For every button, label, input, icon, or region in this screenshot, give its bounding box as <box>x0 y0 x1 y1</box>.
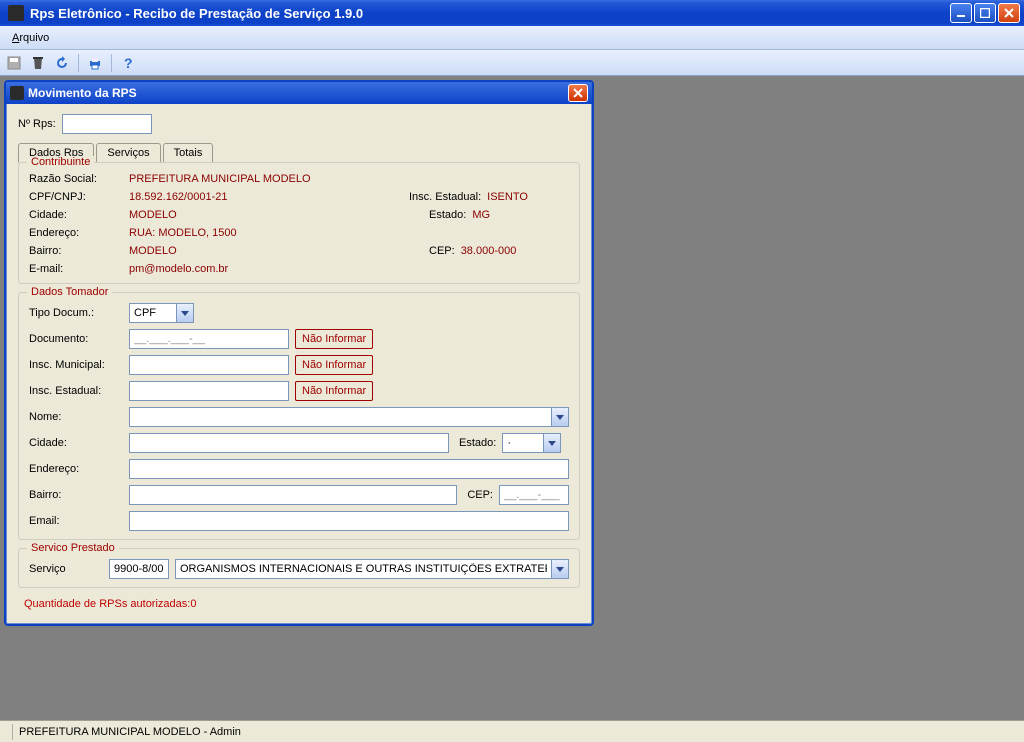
tipo-docum-select[interactable] <box>129 303 194 323</box>
documento-label: Documento: <box>29 333 129 345</box>
chevron-down-icon[interactable] <box>177 303 194 323</box>
inner-window-movimento-rps: Movimento da RPS Nº Rps: Dados Rps Servi… <box>4 80 594 626</box>
servico-codigo-input[interactable] <box>109 559 169 579</box>
insc-estadual-tom-input[interactable] <box>129 381 289 401</box>
fieldset-contribuinte: Contribuinte Razão Social: PREFEITURA MU… <box>18 162 580 284</box>
tipo-docum-label: Tipo Docum.: <box>29 307 129 319</box>
cep-tom-input[interactable] <box>499 485 569 505</box>
estado-label: Estado: <box>429 209 466 221</box>
help-icon[interactable]: ? <box>118 53 138 73</box>
quantidade-rps-status: Quantidade de RPSs autorizadas:0 <box>18 596 580 618</box>
delete-icon[interactable] <box>28 53 48 73</box>
cpf-cnpj-value: 18.592.162/0001-21 <box>129 191 409 203</box>
cidade-tom-label: Cidade: <box>29 437 129 449</box>
app-title: Rps Eletrônico - Recibo de Prestação de … <box>28 6 950 21</box>
estado-tom-combo[interactable] <box>502 433 561 453</box>
app-titlebar: Rps Eletrônico - Recibo de Prestação de … <box>0 0 1024 26</box>
menubar: Arquivo <box>0 26 1024 50</box>
razao-social-label: Razão Social: <box>29 173 129 185</box>
nome-input[interactable] <box>129 407 552 427</box>
maximize-button[interactable] <box>974 3 996 23</box>
endereco-value: RUA: MODELO, 1500 <box>129 227 237 239</box>
minimize-button[interactable] <box>950 3 972 23</box>
svg-text:?: ? <box>124 55 133 71</box>
insc-municipal-input[interactable] <box>129 355 289 375</box>
chevron-down-icon[interactable] <box>552 559 569 579</box>
insc-estadual-label: Insc. Estadual: <box>409 191 481 203</box>
email-label: E-mail: <box>29 263 129 275</box>
tab-totais[interactable]: Totais <box>163 143 214 162</box>
endereco-label: Endereço: <box>29 227 129 239</box>
nome-combo[interactable] <box>129 407 569 427</box>
save-icon[interactable] <box>4 53 24 73</box>
email-tom-label: Email: <box>29 515 129 527</box>
cep-label: CEP: <box>429 245 455 257</box>
bairro-tom-input[interactable] <box>129 485 458 505</box>
servico-descricao-input[interactable] <box>175 559 552 579</box>
nome-label: Nome: <box>29 411 129 423</box>
insc-estadual-value: ISENTO <box>487 191 528 203</box>
inner-title: Movimento da RPS <box>28 86 137 100</box>
bairro-tom-label: Bairro: <box>29 489 129 501</box>
fieldset-servico-prestado: Servico Prestado Serviço <box>18 548 580 588</box>
legend-servico: Servico Prestado <box>27 542 119 554</box>
close-button[interactable] <box>998 3 1020 23</box>
chevron-down-icon[interactable] <box>544 433 561 453</box>
email-tom-input[interactable] <box>129 511 569 531</box>
tabs: Dados Rps Serviços Totais <box>12 142 586 162</box>
inner-titlebar: Movimento da RPS <box>6 82 592 104</box>
cidade-value: MODELO <box>129 209 429 221</box>
nrps-input[interactable] <box>62 114 152 134</box>
chevron-down-icon[interactable] <box>552 407 569 427</box>
nrps-label: Nº Rps: <box>18 118 56 130</box>
endereco-tom-label: Endereço: <box>29 463 129 475</box>
toolbar-separator <box>78 54 79 72</box>
estado-tom-label: Estado: <box>459 437 496 449</box>
toolbar: ? <box>0 50 1024 76</box>
cidade-tom-input[interactable] <box>129 433 449 453</box>
mdi-area: Movimento da RPS Nº Rps: Dados Rps Servi… <box>0 76 1024 720</box>
inner-close-button[interactable] <box>568 84 588 102</box>
email-value: pm@modelo.com.br <box>129 263 228 275</box>
inner-app-icon <box>10 86 24 100</box>
print-icon[interactable] <box>85 53 105 73</box>
documento-nao-informar-button[interactable]: Não Informar <box>295 329 373 349</box>
app-icon <box>8 5 24 21</box>
insc-municipal-label: Insc. Municipal: <box>29 359 129 371</box>
endereco-tom-input[interactable] <box>129 459 569 479</box>
servico-label: Serviço <box>29 563 109 575</box>
insc-estadual-tom-label: Insc. Estadual: <box>29 385 129 397</box>
insc-estadual-nao-informar-button[interactable]: Não Informar <box>295 381 373 401</box>
bairro-value: MODELO <box>129 245 429 257</box>
documento-input[interactable] <box>129 329 289 349</box>
cep-value: 38.000-000 <box>461 245 517 257</box>
cpf-cnpj-label: CPF/CNPJ: <box>29 191 129 203</box>
estado-value: MG <box>472 209 490 221</box>
cidade-label: Cidade: <box>29 209 129 221</box>
insc-municipal-nao-informar-button[interactable]: Não Informar <box>295 355 373 375</box>
bairro-label: Bairro: <box>29 245 129 257</box>
cep-tom-label: CEP: <box>467 489 493 501</box>
tab-servicos[interactable]: Serviços <box>96 143 160 162</box>
razao-social-value: PREFEITURA MUNICIPAL MODELO <box>129 173 311 185</box>
legend-dados-tomador: Dados Tomador <box>27 286 112 298</box>
statusbar-text: PREFEITURA MUNICIPAL MODELO - Admin <box>19 726 241 738</box>
servico-descricao-combo[interactable] <box>175 559 569 579</box>
legend-contribuinte: Contribuinte <box>27 156 94 168</box>
fieldset-dados-tomador: Dados Tomador Tipo Docum.: Documento: Nã… <box>18 292 580 540</box>
menu-arquivo[interactable]: Arquivo <box>4 30 57 46</box>
refresh-icon[interactable] <box>52 53 72 73</box>
toolbar-separator <box>111 54 112 72</box>
statusbar: PREFEITURA MUNICIPAL MODELO - Admin <box>0 720 1024 742</box>
